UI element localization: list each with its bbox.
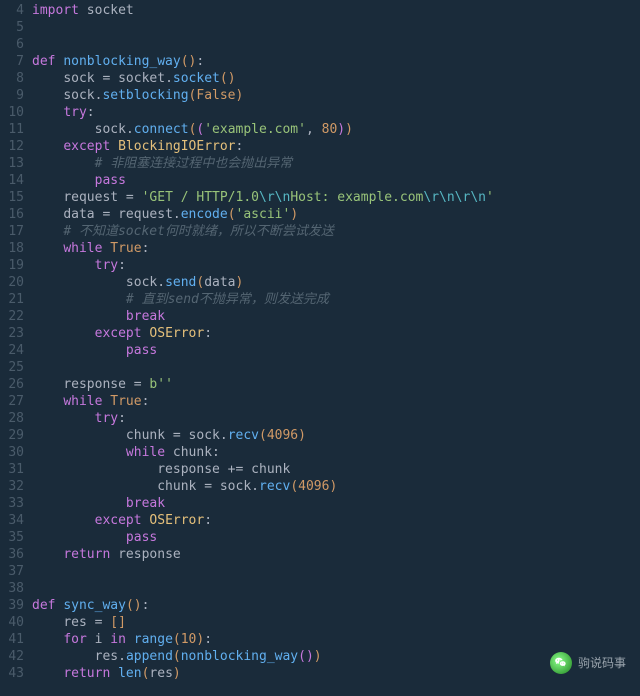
code-editor: 4567891011121314151617181920212223242526…: [0, 0, 640, 682]
code-line: except OSError:: [32, 325, 640, 342]
line-number: 7: [0, 53, 24, 70]
line-number: 39: [0, 597, 24, 614]
code-line: pass: [32, 342, 640, 359]
line-number: 16: [0, 206, 24, 223]
code-line: response = b'': [32, 376, 640, 393]
line-number: 28: [0, 410, 24, 427]
code-line: except OSError:: [32, 512, 640, 529]
line-number: 11: [0, 121, 24, 138]
line-number: 40: [0, 614, 24, 631]
code-line: # 不知道socket何时就绪，所以不断尝试发送: [32, 223, 640, 240]
line-number: 13: [0, 155, 24, 172]
line-number: 27: [0, 393, 24, 410]
line-number: 19: [0, 257, 24, 274]
line-number: 9: [0, 87, 24, 104]
line-number: 24: [0, 342, 24, 359]
line-number: 6: [0, 36, 24, 53]
code-line: [32, 359, 640, 376]
code-line: [32, 580, 640, 597]
code-line: sock = socket.socket(): [32, 70, 640, 87]
code-line: def sync_way():: [32, 597, 640, 614]
code-line: return response: [32, 546, 640, 563]
code-line: sock.connect(('example.com', 80)): [32, 121, 640, 138]
code-line: [32, 36, 640, 53]
line-number: 42: [0, 648, 24, 665]
code-line: return len(res): [32, 665, 640, 682]
line-number: 17: [0, 223, 24, 240]
line-number: 23: [0, 325, 24, 342]
code-line: for i in range(10):: [32, 631, 640, 648]
line-number: 36: [0, 546, 24, 563]
watermark-text: 驹说码事: [578, 655, 626, 672]
code-line: chunk = sock.recv(4096): [32, 427, 640, 444]
code-line: break: [32, 308, 640, 325]
chat-bubble-icon: [554, 656, 568, 670]
line-number: 35: [0, 529, 24, 546]
code-line: chunk = sock.recv(4096): [32, 478, 640, 495]
code-content: import socket def nonblocking_way(): soc…: [32, 2, 640, 682]
line-number: 26: [0, 376, 24, 393]
line-number: 43: [0, 665, 24, 682]
code-line: try:: [32, 257, 640, 274]
code-line: request = 'GET / HTTP/1.0\r\nHost: examp…: [32, 189, 640, 206]
code-line: res = []: [32, 614, 640, 631]
code-line: try:: [32, 410, 640, 427]
line-number: 18: [0, 240, 24, 257]
line-number: 29: [0, 427, 24, 444]
line-number: 41: [0, 631, 24, 648]
wechat-watermark: 驹说码事: [550, 652, 626, 674]
code-line: except BlockingIOError:: [32, 138, 640, 155]
code-line: sock.setblocking(False): [32, 87, 640, 104]
line-number: 33: [0, 495, 24, 512]
line-number: 5: [0, 19, 24, 36]
line-number: 12: [0, 138, 24, 155]
code-line: break: [32, 495, 640, 512]
code-line: response += chunk: [32, 461, 640, 478]
line-number: 10: [0, 104, 24, 121]
code-line: # 非阻塞连接过程中也会抛出异常: [32, 155, 640, 172]
code-line: while chunk:: [32, 444, 640, 461]
line-number: 22: [0, 308, 24, 325]
line-number: 30: [0, 444, 24, 461]
line-number: 34: [0, 512, 24, 529]
line-number: 8: [0, 70, 24, 87]
code-line: sock.send(data): [32, 274, 640, 291]
code-line: while True:: [32, 393, 640, 410]
code-line: try:: [32, 104, 640, 121]
code-line: def nonblocking_way():: [32, 53, 640, 70]
line-number: 15: [0, 189, 24, 206]
line-number: 21: [0, 291, 24, 308]
code-line: data = request.encode('ascii'): [32, 206, 640, 223]
code-line: # 直到send不抛异常，则发送完成: [32, 291, 640, 308]
wechat-icon: [550, 652, 572, 674]
line-number-gutter: 4567891011121314151617181920212223242526…: [0, 2, 32, 682]
line-number: 37: [0, 563, 24, 580]
line-number: 38: [0, 580, 24, 597]
line-number: 25: [0, 359, 24, 376]
line-number: 14: [0, 172, 24, 189]
code-line: res.append(nonblocking_way()): [32, 648, 640, 665]
code-line: while True:: [32, 240, 640, 257]
line-number: 20: [0, 274, 24, 291]
code-line: [32, 563, 640, 580]
line-number: 32: [0, 478, 24, 495]
line-number: 4: [0, 2, 24, 19]
code-line: [32, 19, 640, 36]
code-line: pass: [32, 529, 640, 546]
code-line: import socket: [32, 2, 640, 19]
code-line: pass: [32, 172, 640, 189]
line-number: 31: [0, 461, 24, 478]
